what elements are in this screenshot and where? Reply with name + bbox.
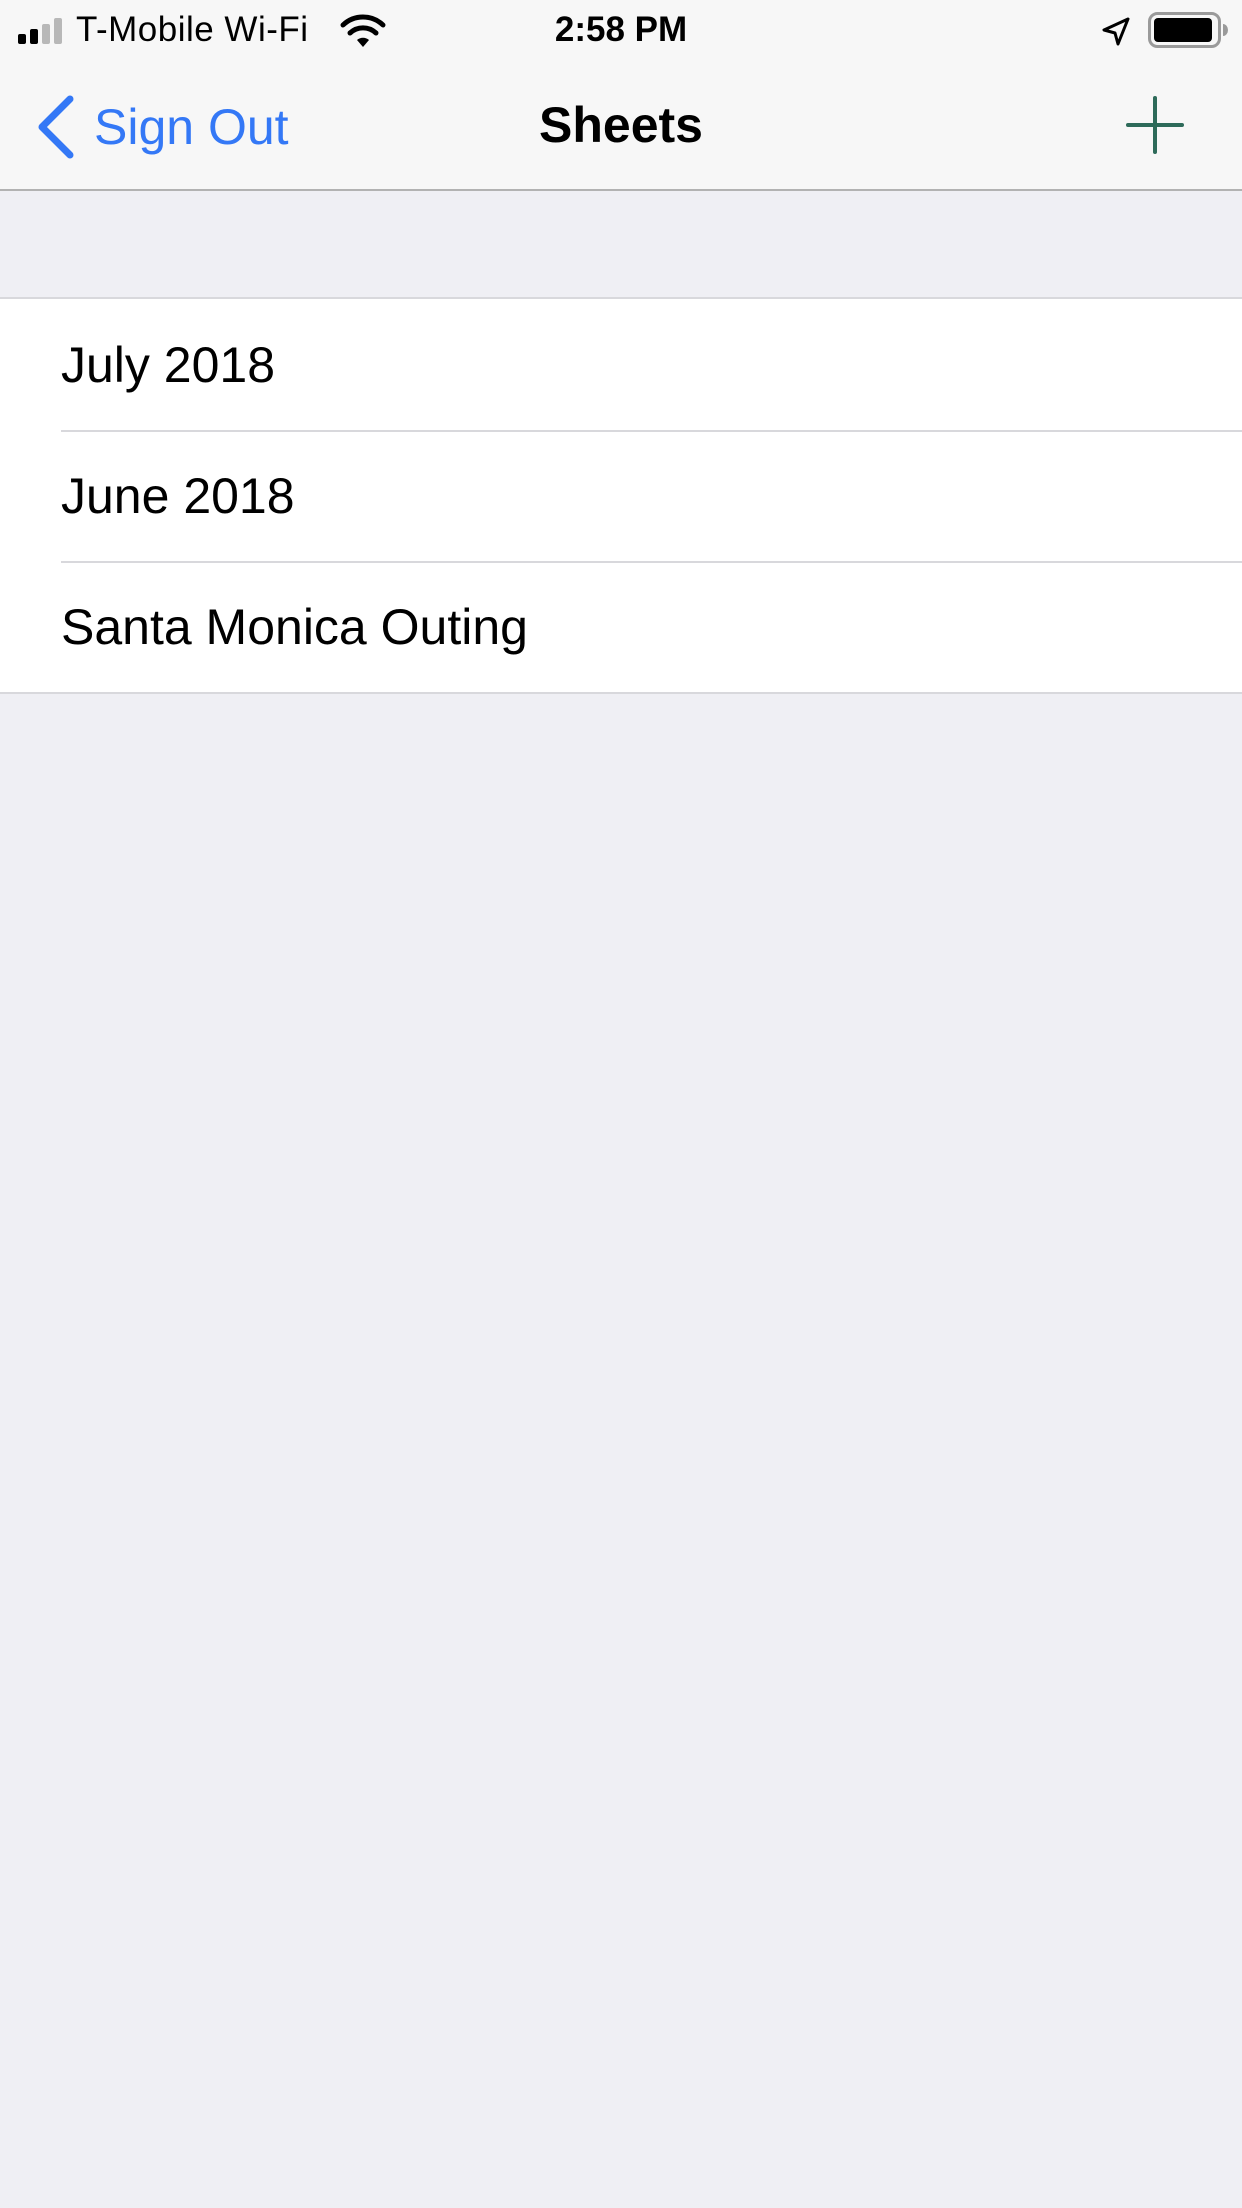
battery-icon — [1148, 12, 1228, 48]
sheet-row-label: Santa Monica Outing — [61, 598, 528, 655]
page-title: Sheets — [539, 97, 703, 153]
sheet-row-santa-monica-outing[interactable]: Santa Monica Outing — [0, 561, 1242, 692]
location-arrow-icon — [1102, 17, 1130, 46]
sheet-list: July 2018 June 2018 Santa Monica Outing — [0, 297, 1242, 694]
top-bar: T-Mobile Wi-Fi 2:58 PM Sign Out Sheets — [0, 0, 1242, 191]
sheet-row-june-2018[interactable]: June 2018 — [0, 430, 1242, 561]
plus-icon[interactable] — [1126, 96, 1184, 154]
sheet-row-label: June 2018 — [61, 467, 295, 524]
status-bar: T-Mobile Wi-Fi 2:58 PM — [0, 0, 1242, 60]
status-time: 2:58 PM — [554, 10, 688, 49]
sheet-row-label: July 2018 — [61, 336, 276, 393]
sheet-row-july-2018[interactable]: July 2018 — [0, 299, 1242, 430]
